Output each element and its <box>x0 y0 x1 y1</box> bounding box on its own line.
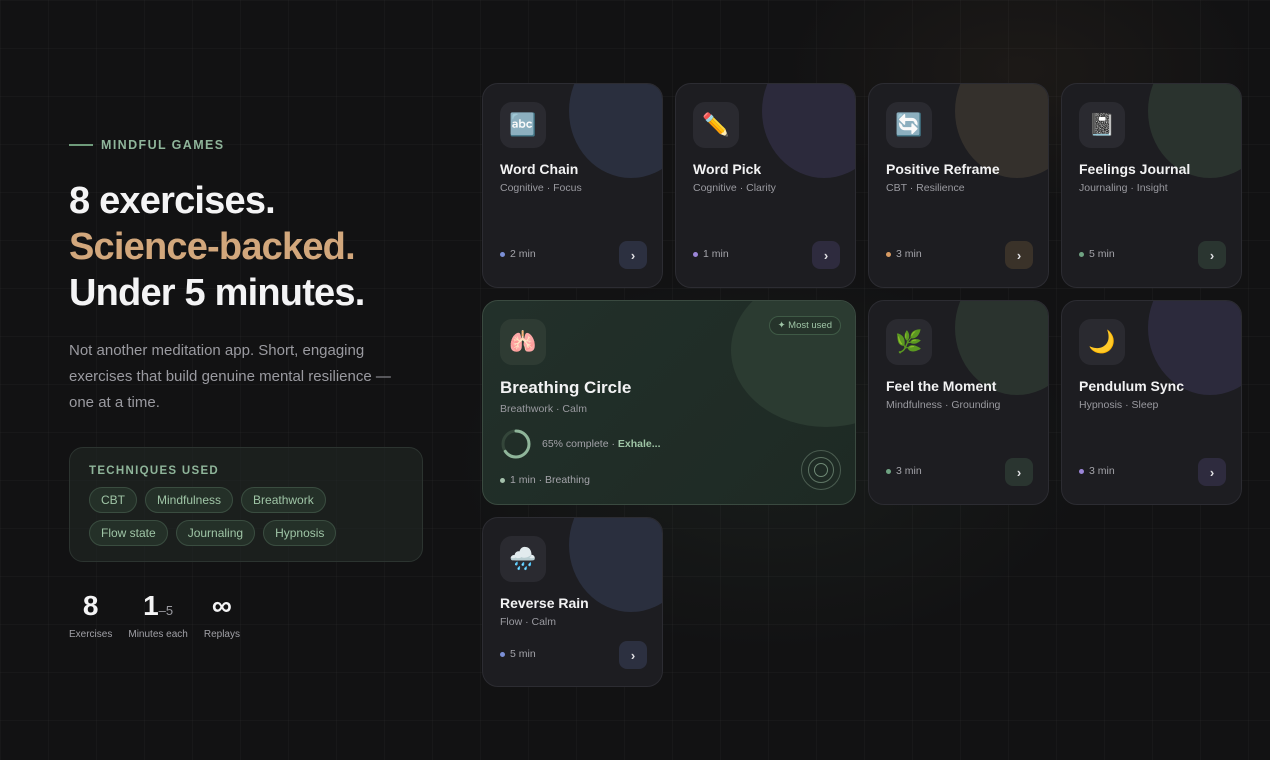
stat-minutes: 1–5 Minutes each <box>128 590 187 640</box>
card-title: Word Pick <box>693 161 762 177</box>
reframe-icon: 🔄 <box>886 102 932 148</box>
rain-cloud-icon: 🌧️ <box>500 536 546 582</box>
card-title: Feelings Journal <box>1079 161 1191 177</box>
status-dot <box>693 251 698 257</box>
progress-text: 65% complete · Exhale... <box>542 438 661 450</box>
card-positive-reframe[interactable]: 🔄 Positive Reframe CBT · Resilience 3 mi… <box>868 83 1049 288</box>
card-duration: 3 min <box>886 248 922 260</box>
headline: 8 exercises. Science-backed. Under 5 min… <box>69 178 429 316</box>
techniques-title: TECHNIQUES USED <box>89 465 220 477</box>
open-button[interactable]: › <box>619 241 647 269</box>
herb-icon: 🌿 <box>886 319 932 365</box>
card-title: Word Chain <box>500 161 579 177</box>
abc-icon: 🔤 <box>500 102 546 148</box>
stats-row: 8 Exercises 1–5 Minutes each ∞ Replays <box>69 590 240 640</box>
card-subtitle: Breathwork · Calm <box>500 403 587 415</box>
card-title: Breathing Circle <box>500 378 632 397</box>
open-button[interactable]: › <box>1005 458 1033 486</box>
card-feelings-journal[interactable]: 📓 Feelings Journal Journaling · Insight … <box>1061 83 1242 288</box>
stat-exercises: 8 Exercises <box>69 590 112 640</box>
techniques-chips: CBT Mindfulness Breathwork Flow state Jo… <box>89 487 403 546</box>
card-subtitle: Journaling · Insight <box>1079 182 1168 194</box>
card-duration: 3 min <box>1079 465 1115 477</box>
status-dot <box>886 251 891 257</box>
card-duration: 2 min <box>500 248 536 260</box>
card-word-chain[interactable]: 🔤 Word Chain Cognitive · Focus 2 min › <box>482 83 663 288</box>
card-pendulum-sync[interactable]: 🌙 Pendulum Sync Hypnosis · Sleep 3 min › <box>1061 300 1242 505</box>
card-duration: 1 min <box>693 248 729 260</box>
chip-journaling: Journaling <box>175 520 256 546</box>
eyebrow-line <box>69 144 93 146</box>
status-dot <box>1079 468 1084 474</box>
card-reverse-rain[interactable]: 🌧️ Reverse Rain Flow · Calm 5 min › <box>482 517 663 687</box>
breathing-progress: 65% complete · Exhale... <box>500 428 660 460</box>
card-title: Reverse Rain <box>500 595 589 611</box>
open-button[interactable]: › <box>812 241 840 269</box>
status-dot <box>1079 251 1084 257</box>
eyebrow-text: MINDFUL GAMES <box>101 138 225 152</box>
card-title: Positive Reframe <box>886 161 1000 177</box>
status-dot <box>500 651 505 657</box>
breathing-target-icon[interactable] <box>801 450 841 490</box>
lungs-icon: 🫁 <box>500 319 546 365</box>
notebook-icon: 📓 <box>1079 102 1125 148</box>
status-dot <box>886 468 891 474</box>
card-subtitle: Cognitive · Clarity <box>693 182 776 194</box>
chip-breathwork: Breathwork <box>241 487 326 513</box>
card-decoration <box>762 84 855 178</box>
card-duration: 5 min <box>1079 248 1115 260</box>
most-used-badge: ✦ Most used <box>768 316 841 335</box>
pencil-icon: ✏️ <box>693 102 739 148</box>
progress-ring <box>501 429 531 459</box>
open-button[interactable]: › <box>619 641 647 669</box>
chip-hypnosis: Hypnosis <box>263 520 337 546</box>
stat-label: Minutes each <box>128 629 188 640</box>
card-duration: 5 min <box>500 648 536 660</box>
card-title: Feel the Moment <box>886 378 997 394</box>
stat-replays: ∞ Replays <box>204 590 240 640</box>
card-word-pick[interactable]: ✏️ Word Pick Cognitive · Clarity 1 min › <box>675 83 856 288</box>
stat-label: Exercises <box>69 629 113 640</box>
chip-cbt: CBT <box>89 487 137 513</box>
status-dot <box>500 477 505 483</box>
card-subtitle: CBT · Resilience <box>886 182 965 194</box>
section-eyebrow: MINDFUL GAMES <box>69 138 429 152</box>
card-subtitle: Flow · Calm <box>500 616 557 628</box>
card-duration: 1 min · Breathing <box>500 474 590 486</box>
moon-icon: 🌙 <box>1079 319 1125 365</box>
techniques-panel: TECHNIQUES USED CBT Mindfulness Breathwo… <box>69 447 423 562</box>
card-subtitle: Cognitive · Focus <box>500 182 582 194</box>
headline-line-1: 8 exercises. <box>69 180 276 222</box>
card-title: Pendulum Sync <box>1079 378 1185 394</box>
open-button[interactable]: › <box>1005 241 1033 269</box>
stat-label: Replays <box>203 629 240 640</box>
stat-value: 1–5 <box>143 590 174 621</box>
chip-flow-state: Flow state <box>89 520 168 546</box>
open-button[interactable]: › <box>1198 458 1226 486</box>
status-dot <box>500 251 505 257</box>
hero-description: Not another meditation app. Short, engag… <box>69 342 391 411</box>
hero-section: MINDFUL GAMES 8 exercises. Science-backe… <box>69 138 429 416</box>
open-button[interactable]: › <box>1198 241 1226 269</box>
card-duration: 3 min <box>886 465 922 477</box>
stat-value: ∞ <box>211 590 232 621</box>
card-subtitle: Hypnosis · Sleep <box>1079 399 1159 411</box>
headline-line-2: Science-backed. <box>69 226 356 268</box>
card-decoration <box>569 84 662 178</box>
headline-line-3: Under 5 minutes. <box>69 272 365 314</box>
card-subtitle: Mindfulness · Grounding <box>886 399 1001 411</box>
card-feel-the-moment[interactable]: 🌿 Feel the Moment Mindfulness · Groundin… <box>868 300 1049 505</box>
chip-mindfulness: Mindfulness <box>145 487 234 513</box>
stat-value: 8 <box>82 590 99 621</box>
card-breathing-circle[interactable]: ✦ Most used 🫁 Breathing Circle Breathwor… <box>482 300 856 505</box>
